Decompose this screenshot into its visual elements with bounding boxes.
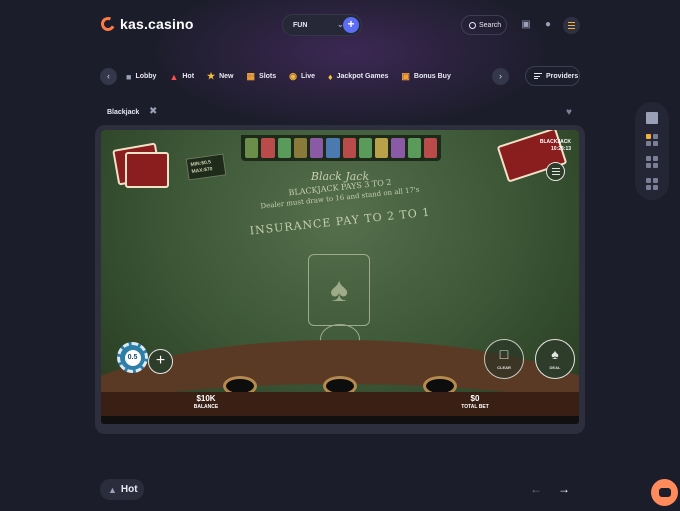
dealer-chip-tray bbox=[241, 135, 441, 161]
search-button[interactable]: Search bbox=[461, 15, 507, 35]
close-game-icon[interactable]: ✖ bbox=[149, 106, 157, 117]
chat-icon bbox=[658, 488, 671, 497]
total-bet-display: $0 TOTAL BET bbox=[455, 394, 495, 410]
providers-label: Providers bbox=[546, 72, 579, 80]
filter-icon bbox=[534, 73, 542, 79]
view-single-icon[interactable] bbox=[646, 112, 658, 124]
category-nav: ■ Lobby ▲ Hot ★ New ▦ Slots ◉ Live ♦ Jac… bbox=[126, 68, 464, 85]
category-live[interactable]: ◉ Live bbox=[289, 71, 315, 82]
flame-icon: ▲ bbox=[108, 484, 117, 495]
search-label: Search bbox=[479, 21, 502, 29]
category-label: Jackpot Games bbox=[336, 73, 389, 80]
category-jackpot-games[interactable]: ♦ Jackpot Games bbox=[328, 72, 388, 82]
clear-label: CLEAR bbox=[497, 365, 511, 370]
category-label: New bbox=[219, 73, 234, 80]
deposit-plus-button[interactable]: + bbox=[343, 17, 359, 33]
arrow-left-icon[interactable]: ← bbox=[530, 482, 542, 496]
deal-label: DEAL bbox=[549, 365, 561, 370]
cards-icon: ♠ bbox=[551, 346, 559, 362]
game-info: BLACKJACK 10:23:13 bbox=[540, 139, 571, 153]
total-bet-label: TOTAL BET bbox=[461, 404, 489, 410]
flame-icon: ▲ bbox=[169, 71, 179, 82]
favorite-heart-icon[interactable]: ♥ bbox=[566, 107, 572, 118]
bonus-buy-icon: ▣ bbox=[401, 71, 410, 81]
nav-prev-button[interactable]: ‹ bbox=[100, 68, 117, 85]
balance-value: $10K bbox=[196, 394, 216, 403]
providers-button[interactable]: Providers bbox=[525, 66, 580, 86]
live-icon: ◉ bbox=[289, 71, 298, 81]
jackpot-icon: ♦ bbox=[328, 71, 333, 82]
category-label: Bonus Buy bbox=[413, 73, 451, 80]
view-triple-icon[interactable] bbox=[646, 156, 658, 168]
view-mode-panel bbox=[635, 102, 669, 200]
chip-value: 0.5 bbox=[124, 349, 141, 366]
dealer-card-spot: ♠ bbox=[308, 254, 370, 326]
chat-button[interactable] bbox=[651, 479, 678, 506]
game-title: Blackjack bbox=[107, 109, 140, 116]
clear-button[interactable]: □ CLEAR bbox=[484, 339, 524, 379]
slots-icon: ▦ bbox=[246, 71, 256, 81]
arrow-right-icon[interactable]: → bbox=[558, 482, 570, 496]
site-logo[interactable]: kas.casino bbox=[99, 15, 194, 33]
currency-mode-select[interactable]: FUN ⌄ + bbox=[282, 14, 362, 36]
chip-selector[interactable]: 0.5 bbox=[117, 342, 148, 373]
view-dual-icon[interactable] bbox=[646, 134, 658, 146]
add-chip-button[interactable]: + bbox=[148, 349, 173, 374]
bottom-strip bbox=[101, 416, 579, 424]
hot-section-label[interactable]: ▲ Hot bbox=[100, 479, 144, 500]
user-icon[interactable]: ● bbox=[542, 19, 554, 31]
deal-button[interactable]: ♠ DEAL bbox=[535, 339, 575, 379]
logo-icon bbox=[99, 15, 117, 33]
search-icon bbox=[469, 21, 476, 29]
logo-text: kas.casino bbox=[120, 16, 194, 32]
blackjack-game-canvas[interactable]: MIN:$0.5 MAX:$70 BLACKJACK 10:23:13 Blac… bbox=[101, 130, 579, 424]
section-label: Hot bbox=[120, 484, 138, 495]
lobby-icon: ■ bbox=[126, 71, 132, 82]
category-label: Live bbox=[301, 73, 316, 80]
mode-value: FUN bbox=[293, 21, 308, 29]
category-label: Slots bbox=[259, 73, 277, 80]
category-label: Hot bbox=[182, 73, 195, 80]
clock: 10:23:13 bbox=[550, 146, 571, 152]
menu-button[interactable] bbox=[563, 17, 580, 34]
gift-icon[interactable]: ▣ bbox=[520, 19, 532, 31]
star-icon: ★ bbox=[207, 71, 216, 81]
category-new[interactable]: ★ New bbox=[207, 71, 233, 82]
category-slots[interactable]: ▦ Slots bbox=[247, 71, 277, 82]
balance-display: $10K BALANCE bbox=[186, 394, 226, 410]
view-quad-icon[interactable] bbox=[646, 178, 658, 190]
category-hot[interactable]: ▲ Hot bbox=[169, 72, 194, 82]
nav-next-button[interactable]: › bbox=[492, 68, 509, 85]
hud-bar bbox=[101, 392, 579, 416]
category-lobby[interactable]: ■ Lobby bbox=[126, 72, 156, 82]
game-name: BLACKJACK bbox=[539, 139, 571, 145]
total-bet-value: $0 bbox=[470, 394, 480, 403]
balance-label: BALANCE bbox=[193, 404, 219, 410]
category-label: Lobby bbox=[135, 73, 157, 80]
clear-icon: □ bbox=[499, 346, 509, 362]
discard-deck bbox=[111, 142, 173, 192]
category-bonus-buy[interactable]: ▣ Bonus Buy bbox=[401, 71, 450, 82]
